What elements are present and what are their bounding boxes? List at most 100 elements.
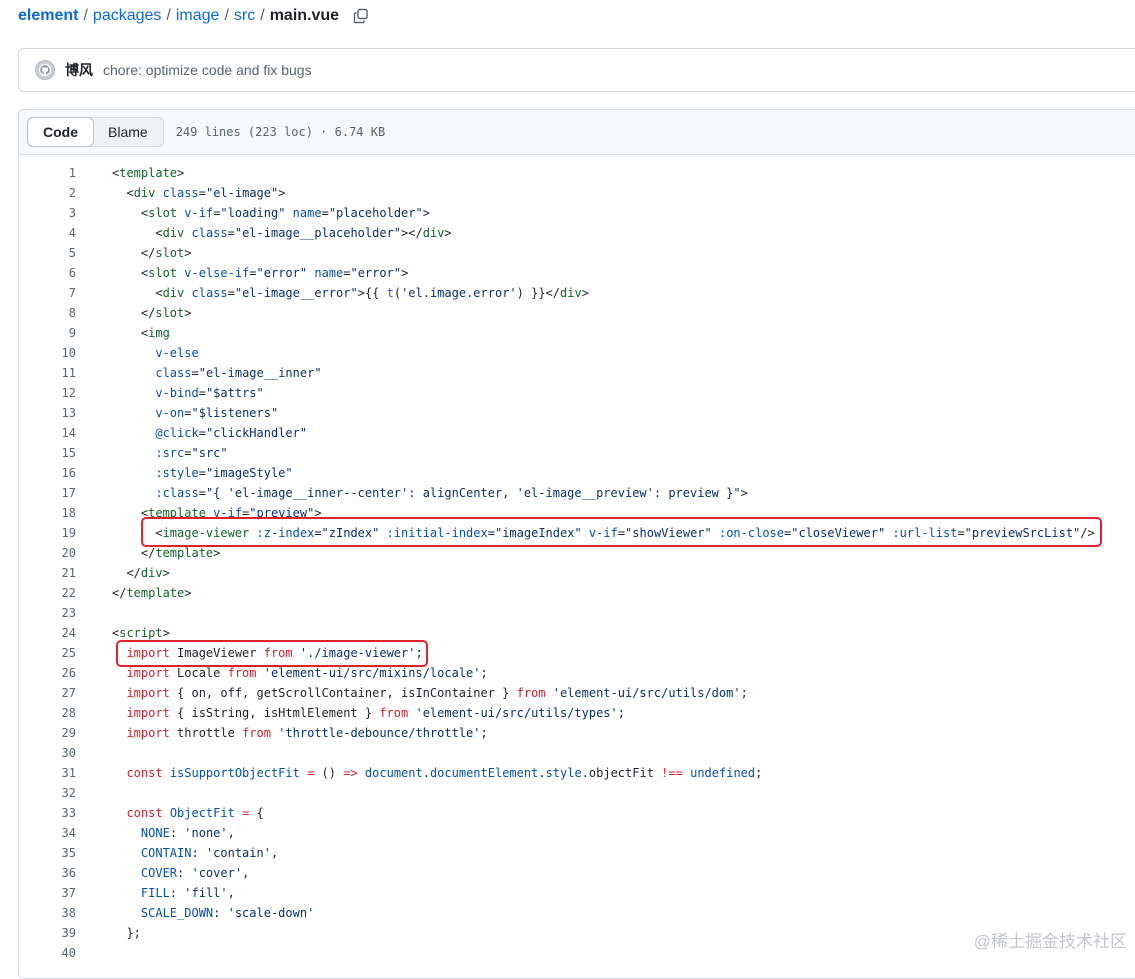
file-viewer: Code Blame 249 lines (223 loc) · 6.74 KB…: [18, 109, 1135, 979]
code-token: import: [126, 686, 170, 700]
line-number[interactable]: 39: [19, 926, 76, 940]
breadcrumb-link-repo[interactable]: element: [18, 7, 78, 25]
line-number[interactable]: 20: [19, 546, 76, 560]
line-number[interactable]: 9: [19, 326, 76, 340]
code-token: "closeViewer": [791, 526, 886, 540]
line-number[interactable]: 40: [19, 946, 76, 960]
line-number[interactable]: 1: [19, 166, 76, 180]
code-line: 39 };: [19, 923, 1135, 943]
code-token: =: [198, 426, 206, 440]
file-info: 249 lines (223 loc) · 6.74 KB: [175, 125, 386, 139]
line-number[interactable]: 21: [19, 566, 76, 580]
code-token: ,: [242, 866, 250, 880]
line-number[interactable]: 28: [19, 706, 76, 720]
code-text: import Locale from 'element-ui/src/mixin…: [112, 666, 487, 680]
line-number[interactable]: 12: [19, 386, 76, 400]
line-number[interactable]: 37: [19, 886, 76, 900]
line-number[interactable]: 3: [19, 206, 76, 220]
breadcrumb-link-packages[interactable]: packages: [93, 7, 162, 25]
code-token: (: [393, 286, 402, 300]
line-number[interactable]: 11: [19, 366, 76, 380]
code-token: 'el.image.error': [401, 286, 517, 300]
line-number[interactable]: 32: [19, 786, 76, 800]
line-number[interactable]: 31: [19, 766, 76, 780]
code-text: <image-viewer :z-index="zIndex" :initial…: [112, 526, 1095, 540]
line-number[interactable]: 18: [19, 506, 76, 520]
line-number[interactable]: 17: [19, 486, 76, 500]
code-token: "clickHandler": [205, 426, 308, 440]
line-number[interactable]: 36: [19, 866, 76, 880]
line-number[interactable]: 19: [19, 526, 76, 540]
code-token: =: [487, 526, 495, 540]
code-token: const: [126, 766, 163, 780]
line-number[interactable]: 26: [19, 666, 76, 680]
tab-code[interactable]: Code: [27, 117, 94, 147]
code-token: />: [1080, 526, 1095, 540]
line-number[interactable]: 34: [19, 826, 76, 840]
line-number[interactable]: 10: [19, 346, 76, 360]
line-number[interactable]: 14: [19, 426, 76, 440]
code-token: template: [126, 586, 185, 600]
code-token: :style: [155, 466, 199, 480]
line-number[interactable]: 33: [19, 806, 76, 820]
code-token: <: [112, 226, 163, 240]
line-number[interactable]: 7: [19, 286, 76, 300]
line-number[interactable]: 15: [19, 446, 76, 460]
commit-message[interactable]: chore: optimize code and fix bugs: [103, 62, 312, 78]
line-number[interactable]: 5: [19, 246, 76, 260]
code-line: 20 </template>: [19, 543, 1135, 563]
code-line: 40: [19, 943, 1135, 963]
code-text: <img: [112, 326, 170, 340]
line-number[interactable]: 8: [19, 306, 76, 320]
code-line: 32: [19, 783, 1135, 803]
code-token: class: [191, 226, 228, 240]
line-number[interactable]: 6: [19, 266, 76, 280]
line-number[interactable]: 30: [19, 746, 76, 760]
code-text: <template v-if="preview">: [112, 506, 322, 520]
code-token: from: [379, 706, 409, 720]
line-number[interactable]: 27: [19, 686, 76, 700]
code-token: from: [227, 666, 257, 680]
breadcrumb-link-src[interactable]: src: [234, 7, 255, 25]
code-text: NONE: 'none',: [112, 826, 235, 840]
commit-author[interactable]: 博风: [65, 60, 93, 80]
line-number[interactable]: 29: [19, 726, 76, 740]
line-number[interactable]: 2: [19, 186, 76, 200]
code-token: import: [126, 666, 170, 680]
code-line: 28 import { isString, isHtmlElement } fr…: [19, 703, 1135, 723]
code-text: @click="clickHandler": [112, 426, 307, 440]
code-token: >: [162, 626, 170, 640]
copy-icon[interactable]: [353, 8, 369, 24]
code-token: slot: [155, 246, 185, 260]
code-text: <slot v-if="loading" name="placeholder">: [112, 206, 430, 220]
line-number[interactable]: 23: [19, 606, 76, 620]
code-token: "error": [256, 266, 308, 280]
line-number[interactable]: 24: [19, 626, 76, 640]
code-token: 'none': [184, 826, 228, 840]
tab-blame[interactable]: Blame: [93, 118, 163, 146]
line-number[interactable]: 35: [19, 846, 76, 860]
code-line: 10 v-else: [19, 343, 1135, 363]
line-number[interactable]: 4: [19, 226, 76, 240]
code-line: 31 const isSupportObjectFit = () => docu…: [19, 763, 1135, 783]
line-number[interactable]: 13: [19, 406, 76, 420]
code-token: ;: [755, 766, 763, 780]
code-line: 13 v-on="$listeners": [19, 403, 1135, 423]
github-avatar-icon[interactable]: [35, 60, 55, 80]
code-token: "src": [191, 446, 228, 460]
code-token: div: [162, 286, 185, 300]
code-token: v-if: [184, 206, 214, 220]
line-number[interactable]: 38: [19, 906, 76, 920]
line-number[interactable]: 22: [19, 586, 76, 600]
breadcrumb-link-image[interactable]: image: [176, 7, 220, 25]
line-number[interactable]: 25: [19, 646, 76, 660]
line-number[interactable]: 16: [19, 466, 76, 480]
